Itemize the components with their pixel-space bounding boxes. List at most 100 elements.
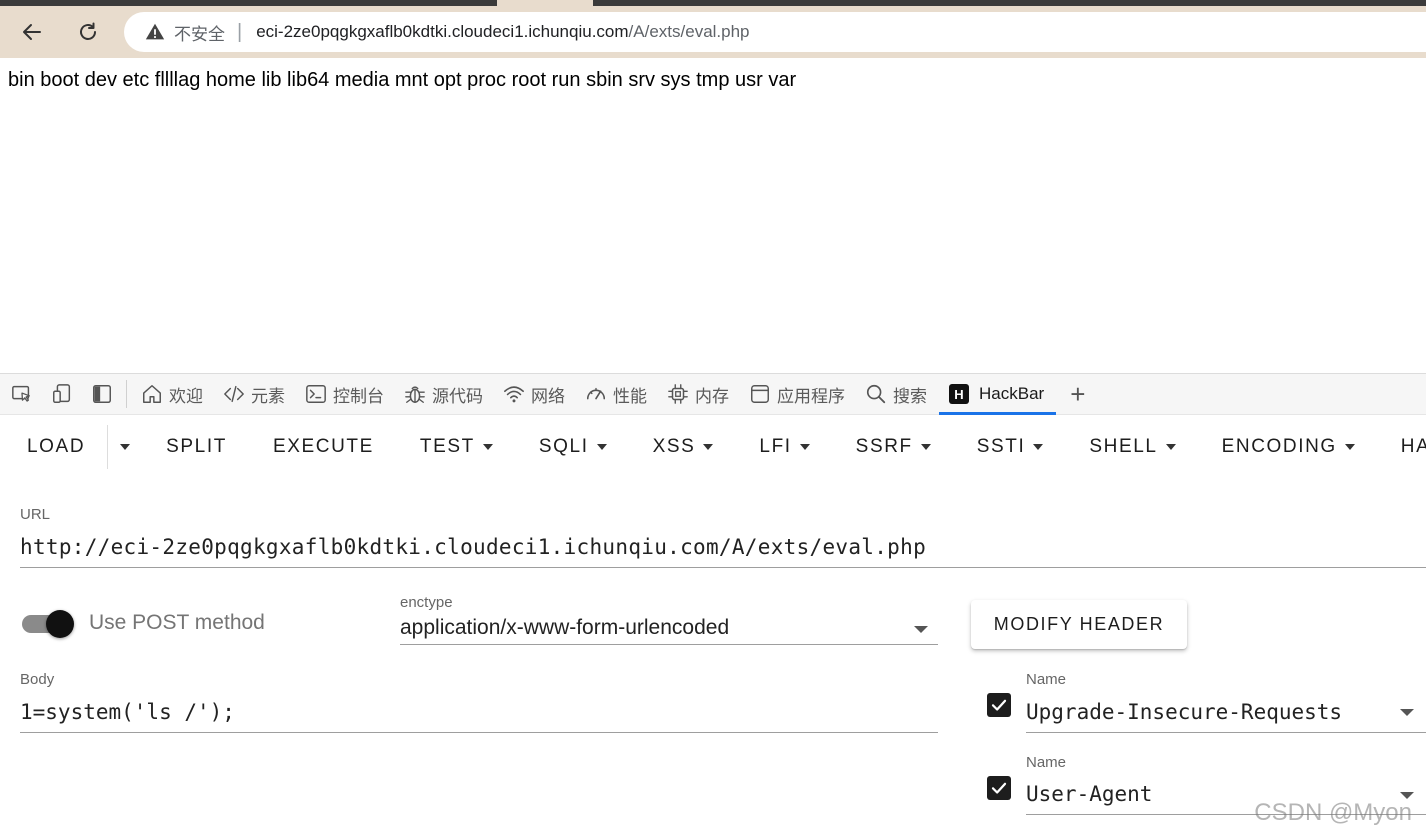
watermark: CSDN @Myon xyxy=(1254,799,1412,826)
caret-down-icon xyxy=(482,444,493,450)
toggle-sidebar-button[interactable] xyxy=(82,373,122,415)
test-label: TEST xyxy=(419,436,475,457)
caret-down-icon xyxy=(1344,444,1355,450)
window-icon xyxy=(751,385,769,403)
xss-menu-button[interactable]: XSS xyxy=(630,425,737,469)
gauge-icon xyxy=(586,383,606,400)
chip-icon xyxy=(668,384,688,404)
code-icon xyxy=(224,385,244,403)
inspect-element-button[interactable] xyxy=(2,373,42,415)
console-icon xyxy=(306,385,326,403)
toggle-knob xyxy=(46,610,74,638)
add-tab-button[interactable]: + xyxy=(1058,379,1097,410)
tab-label: 源代码 xyxy=(432,386,483,407)
warning-icon[interactable] xyxy=(144,21,166,43)
url-field-label: URL xyxy=(20,506,51,523)
reload-button[interactable] xyxy=(70,14,106,50)
shell-menu-button[interactable]: SHELL xyxy=(1066,425,1198,469)
encoding-menu-button[interactable]: ENCODING xyxy=(1199,425,1378,469)
wifi-icon xyxy=(504,386,524,403)
tab-elements[interactable]: 元素 xyxy=(213,373,295,415)
hashing-menu-button[interactable]: HASHI xyxy=(1378,425,1426,469)
post-method-toggle[interactable] xyxy=(22,608,76,638)
devtools-panel: 欢迎 元素 控制台 源代码 网络 性能 内存 应用程序 搜索 H HackBar… xyxy=(0,373,1426,837)
browser-toolbar: 不安全 | eci-2ze0pqgkgxaflb0kdtki.cloudeci1… xyxy=(0,0,1426,58)
body-field-label: Body xyxy=(20,671,55,688)
tab-network[interactable]: 网络 xyxy=(493,373,575,415)
url-separator: | xyxy=(237,20,243,43)
sidebar-icon xyxy=(93,385,111,403)
devtools-tab-strip: 欢迎 元素 控制台 源代码 网络 性能 内存 应用程序 搜索 H HackBar… xyxy=(0,373,1426,415)
reload-icon xyxy=(80,22,96,40)
modify-header-button[interactable]: MODIFY HEADER xyxy=(971,600,1187,649)
bug-icon xyxy=(405,386,425,403)
hashing-label: HASHI xyxy=(1400,436,1426,457)
tab-label: 搜索 xyxy=(893,386,927,407)
tab-console[interactable]: 控制台 xyxy=(295,373,394,415)
arrow-left-icon xyxy=(23,24,41,40)
tab-label: HackBar xyxy=(979,384,1045,403)
header-enabled-checkbox[interactable] xyxy=(987,693,1011,717)
header-name-field[interactable]: Upgrade-Insecure-Requests xyxy=(1026,700,1342,724)
tab-label: 控制台 xyxy=(333,386,384,407)
body-field[interactable]: 1=system('ls /'); xyxy=(20,700,235,724)
tab-application[interactable]: 应用程序 xyxy=(739,373,855,415)
tab-sources[interactable]: 源代码 xyxy=(394,373,493,415)
caret-down-icon[interactable] xyxy=(1400,709,1414,716)
address-bar[interactable]: 不安全 | eci-2ze0pqgkgxaflb0kdtki.cloudeci1… xyxy=(124,12,1426,52)
page-output-text: bin boot dev etc fllllag home lib lib64 … xyxy=(8,69,797,91)
tab-memory[interactable]: 内存 xyxy=(657,373,739,415)
checkmark-icon xyxy=(991,782,1007,794)
ssrf-label: SSRF xyxy=(855,436,913,457)
lfi-label: LFI xyxy=(759,436,792,457)
tab-hackbar[interactable]: H HackBar xyxy=(937,373,1058,415)
ssti-menu-button[interactable]: SSTI xyxy=(954,425,1067,469)
tab-label: 性能 xyxy=(613,386,647,407)
security-status[interactable]: 不安全 xyxy=(174,20,225,45)
back-button[interactable] xyxy=(14,14,50,50)
tab-label: 元素 xyxy=(251,386,285,407)
tab-label: 应用程序 xyxy=(777,386,845,407)
browser-tab[interactable] xyxy=(593,0,1426,6)
enctype-select[interactable]: application/x-www-form-urlencoded xyxy=(400,616,729,640)
tab-welcome[interactable]: 欢迎 xyxy=(131,373,213,415)
caret-down-icon xyxy=(120,444,131,450)
caret-down-icon xyxy=(703,444,714,450)
lfi-menu-button[interactable]: LFI xyxy=(736,425,832,469)
divider xyxy=(126,380,127,408)
sqli-label: SQLI xyxy=(538,436,589,457)
caret-down-icon[interactable] xyxy=(914,626,928,633)
home-icon xyxy=(143,385,161,403)
url-path: /A/exts/eval.php xyxy=(628,22,750,41)
device-icon xyxy=(53,384,71,403)
load-button[interactable]: LOAD xyxy=(0,425,107,469)
caret-down-icon[interactable] xyxy=(1400,792,1414,799)
device-emulation-button[interactable] xyxy=(42,373,82,415)
tab-search[interactable]: 搜索 xyxy=(855,373,937,415)
sqli-menu-button[interactable]: SQLI xyxy=(516,425,630,469)
checkmark-icon xyxy=(991,699,1007,711)
xss-label: XSS xyxy=(652,436,696,457)
ssti-label: SSTI xyxy=(976,436,1026,457)
header-name-field[interactable]: User-Agent xyxy=(1026,782,1152,806)
split-button[interactable]: SPLIT xyxy=(142,425,250,469)
load-menu-button[interactable] xyxy=(107,425,142,469)
header-name-label: Name xyxy=(1026,754,1067,771)
tab-label: 网络 xyxy=(531,386,565,407)
ssrf-menu-button[interactable]: SSRF xyxy=(833,425,954,469)
test-menu-button[interactable]: TEST xyxy=(397,425,516,469)
enctype-underline xyxy=(400,644,938,645)
enctype-label: enctype xyxy=(400,594,453,611)
header-name-underline xyxy=(1026,732,1426,733)
hackbar-logo-icon: H xyxy=(949,384,969,404)
url-field[interactable]: http://eci-2ze0pqgkgxaflb0kdtki.cloudeci… xyxy=(20,535,926,559)
body-field-underline xyxy=(20,732,938,733)
header-enabled-checkbox[interactable] xyxy=(987,776,1011,800)
encoding-label: ENCODING xyxy=(1221,436,1337,457)
tab-performance[interactable]: 性能 xyxy=(575,373,657,415)
url-field-underline xyxy=(20,567,1426,568)
browser-tab[interactable] xyxy=(0,0,497,6)
execute-button[interactable]: EXECUTE xyxy=(250,425,397,469)
caret-down-icon xyxy=(799,444,810,450)
tab-label: 欢迎 xyxy=(169,386,203,407)
